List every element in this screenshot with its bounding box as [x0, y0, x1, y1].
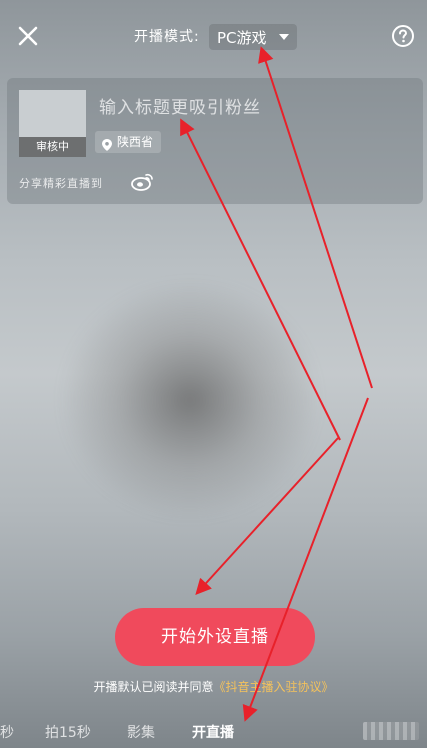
review-status-badge: 审核中: [19, 137, 86, 157]
start-external-live-button[interactable]: 开始外设直播: [115, 608, 315, 666]
location-label: 陕西省: [117, 135, 154, 149]
weibo-icon[interactable]: [131, 171, 155, 191]
tab-go-live[interactable]: 开直播: [192, 722, 234, 742]
agreement-prefix: 开播默认已阅读并同意: [93, 680, 214, 694]
cover-thumbnail[interactable]: 审核中: [19, 90, 86, 157]
agreement-link[interactable]: 《抖音主播入驻协议》: [214, 680, 334, 694]
mode-dropdown[interactable]: PC游戏: [209, 24, 297, 50]
live-info-card: 审核中 输入标题更吸引粉丝 陕西省 分享精彩直播到: [7, 78, 423, 204]
close-icon[interactable]: [14, 22, 42, 50]
camera-preview-blur: [60, 280, 320, 520]
watermark: [363, 722, 419, 740]
title-input[interactable]: 输入标题更吸引粉丝: [99, 93, 399, 118]
tab-album[interactable]: 影集: [127, 722, 155, 742]
tab-15s[interactable]: 拍15秒: [45, 722, 91, 742]
location-tag[interactable]: 陕西省: [95, 131, 162, 153]
location-pin-icon: [102, 136, 112, 151]
help-icon[interactable]: [391, 24, 415, 48]
agreement-text: 开播默认已阅读并同意《抖音主播入驻协议》: [0, 678, 427, 695]
chevron-down-icon: [279, 34, 289, 40]
mode-label: 开播模式:: [134, 29, 200, 45]
top-bar: 开播模式: PC游戏: [0, 0, 427, 72]
share-label: 分享精彩直播到: [19, 177, 103, 190]
mode-value: PC游戏: [217, 29, 267, 47]
tab-seconds[interactable]: 秒: [0, 722, 14, 742]
